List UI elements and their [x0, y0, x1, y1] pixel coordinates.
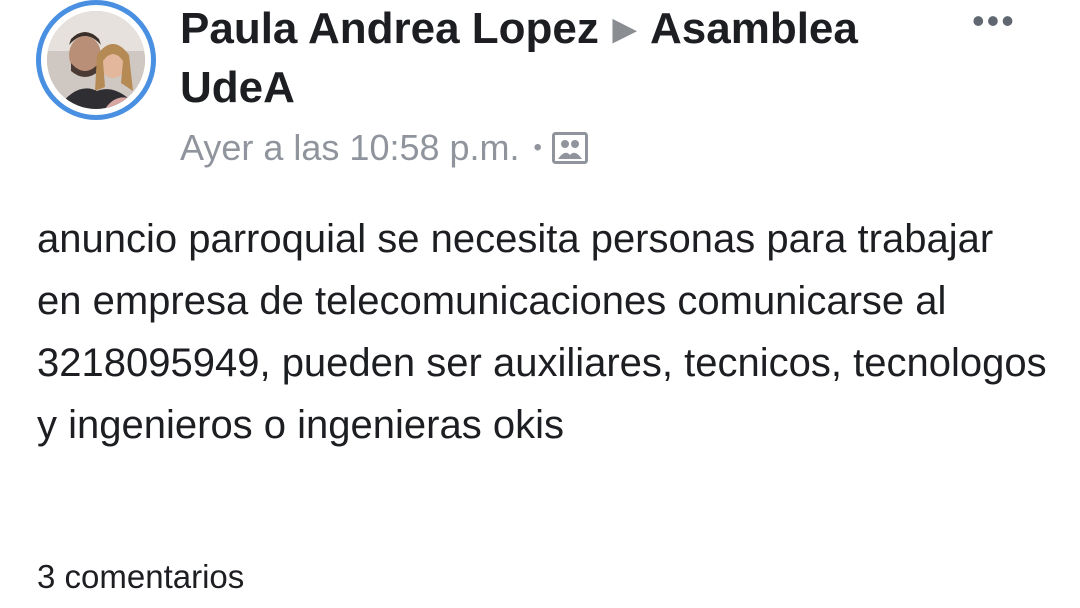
author-name[interactable]: Paula Andrea Lopez	[180, 4, 599, 53]
arrow-right-icon: ▶	[612, 13, 636, 46]
post-body-text: anuncio parroquial se necesita personas …	[37, 217, 1047, 447]
more-options-icon[interactable]: •••	[972, 3, 1016, 39]
post-header: Paula Andrea Lopez ▶ Asamblea UdeA	[180, 0, 940, 117]
group-photo-icon	[551, 132, 588, 164]
post-card: Paula Andrea Lopez ▶ Asamblea UdeA ••• Aye…	[0, 0, 1080, 608]
post-meta: Ayer a las 10:58 p.m. •	[180, 124, 588, 172]
author-avatar[interactable]	[36, 0, 156, 120]
comments-count-link[interactable]: 3 comentarios	[37, 558, 244, 596]
post-timestamp[interactable]: Ayer a las 10:58 p.m.	[180, 127, 520, 169]
meta-separator: •	[533, 134, 542, 161]
avatar-photo	[47, 11, 145, 109]
avatar-image	[47, 11, 145, 109]
